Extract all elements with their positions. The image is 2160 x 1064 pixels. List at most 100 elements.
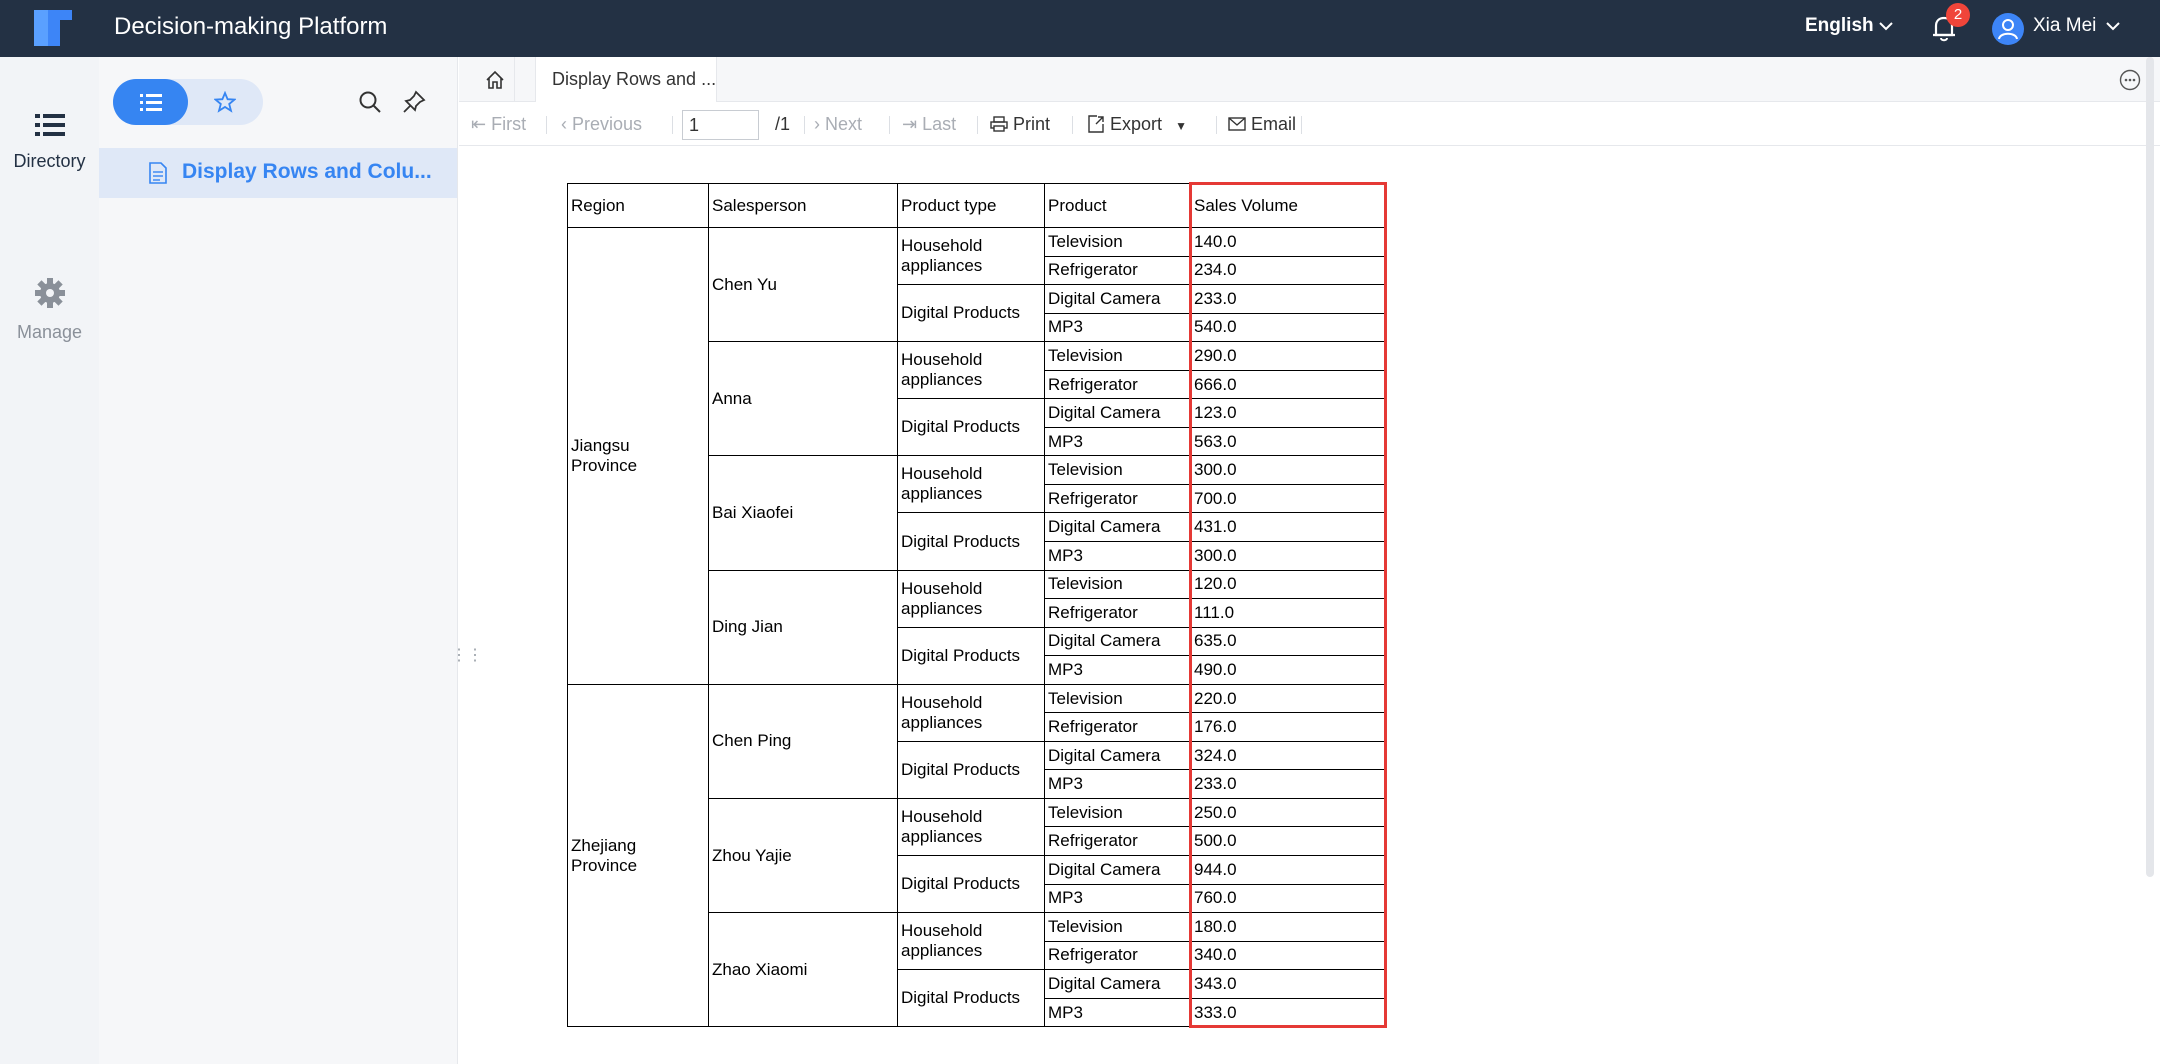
table-row: Zhejiang Province Chen Ping Household appl… xyxy=(567,683,1386,1028)
home-tab[interactable] xyxy=(459,57,515,102)
previous-page-button[interactable]: ‹ Previous xyxy=(561,114,642,135)
print-button[interactable]: Print xyxy=(990,114,1050,135)
product-cell: Digital Camera xyxy=(1044,740,1191,771)
document-icon xyxy=(149,162,167,184)
product-cell: Television xyxy=(1044,912,1191,942)
salesperson-cell: Chen Ping xyxy=(708,683,898,799)
sales-volume-cell: 111.0 xyxy=(1190,598,1386,628)
user-icon xyxy=(1998,19,2018,40)
printer-icon xyxy=(990,116,1008,132)
product-cell: Refrigerator xyxy=(1044,483,1191,514)
nav-directory[interactable]: Directory xyxy=(0,112,99,172)
sales-volume-cell: 176.0 xyxy=(1190,712,1386,742)
logo-icon xyxy=(34,10,72,46)
last-label: Last xyxy=(922,114,957,134)
column-header: Region xyxy=(567,183,709,228)
page-number-input[interactable]: 1 xyxy=(682,110,759,140)
sales-volume-cell: 540.0 xyxy=(1190,312,1386,343)
list-view-button[interactable] xyxy=(113,79,188,125)
product-cell: MP3 xyxy=(1044,769,1191,799)
panel-resize-handle[interactable]: ⋮⋮ xyxy=(451,645,483,665)
column-header: Salesperson xyxy=(708,183,898,228)
sales-volume-cell: 944.0 xyxy=(1190,855,1386,885)
product-cell: Digital Camera xyxy=(1044,855,1191,885)
product-cell: Refrigerator xyxy=(1044,712,1191,742)
print-label: Print xyxy=(1013,114,1051,134)
sales-volume-cell: 140.0 xyxy=(1190,227,1386,257)
chevron-down-icon[interactable] xyxy=(1878,20,1894,32)
sales-volume-cell: 490.0 xyxy=(1190,655,1386,685)
list-icon xyxy=(34,114,65,136)
tab-report[interactable]: Display Rows and ... xyxy=(535,57,717,102)
export-button[interactable]: Export ▼ xyxy=(1087,114,1187,135)
product-type-cell: Household appliances xyxy=(897,569,1045,628)
product-cell: Television xyxy=(1044,227,1191,257)
sales-volume-cell: 700.0 xyxy=(1190,483,1386,514)
vertical-scrollbar[interactable] xyxy=(2146,57,2154,877)
salesperson-cell: Zhao Xiaomi xyxy=(708,912,898,1028)
divider xyxy=(804,116,805,134)
first-label: First xyxy=(491,114,527,134)
sales-volume-cell: 300.0 xyxy=(1190,455,1386,485)
product-cell: Refrigerator xyxy=(1044,598,1191,628)
product-cell: Television xyxy=(1044,455,1191,485)
user-name[interactable]: Xia Mei xyxy=(2033,15,2096,37)
report-toolbar: ⇤ First ‹ Previous 1 /1 › Next ⇥ Last Pr… xyxy=(459,102,2160,146)
sales-volume-cell: 290.0 xyxy=(1190,341,1386,371)
divider xyxy=(1216,116,1217,134)
sales-volume-cell: 324.0 xyxy=(1190,740,1386,771)
gear-icon xyxy=(34,278,65,308)
product-cell: Refrigerator xyxy=(1044,369,1191,400)
table-row: Jiangsu Province Chen Yu Household applian… xyxy=(567,226,1386,685)
sales-volume-cell: 233.0 xyxy=(1190,769,1386,799)
left-nav: Directory Manage xyxy=(0,57,99,1064)
sales-volume-cell: 180.0 xyxy=(1190,912,1386,942)
last-page-icon: ⇥ xyxy=(902,114,923,134)
language-selector[interactable]: English xyxy=(1805,15,1874,37)
chevron-right-icon: › xyxy=(814,114,825,134)
sales-volume-cell: 333.0 xyxy=(1190,997,1386,1028)
sales-volume-cell: 343.0 xyxy=(1190,969,1386,999)
salesperson-cell: Ding Jian xyxy=(708,569,898,685)
column-header: Product xyxy=(1044,183,1191,228)
search-icon[interactable] xyxy=(358,90,382,114)
chevron-left-icon: ‹ xyxy=(561,114,572,134)
mail-icon xyxy=(1228,117,1246,131)
pin-icon[interactable] xyxy=(402,90,426,114)
sales-volume-cell: 563.0 xyxy=(1190,426,1386,457)
export-icon xyxy=(1088,115,1104,133)
region-cell: Jiangsu Province xyxy=(567,227,709,685)
product-cell: Digital Camera xyxy=(1044,398,1191,428)
product-cell: MP3 xyxy=(1044,312,1191,343)
product-cell: Refrigerator xyxy=(1044,255,1191,286)
next-page-button[interactable]: › Next xyxy=(814,114,862,135)
caret-down-icon[interactable]: ▼ xyxy=(1175,119,1187,133)
page-total: /1 xyxy=(775,114,791,134)
first-page-button[interactable]: ⇤ First xyxy=(471,114,526,135)
divider xyxy=(977,116,978,134)
tree-item-report[interactable]: Display Rows and Colu... xyxy=(99,148,457,198)
product-type-cell: Digital Products xyxy=(897,626,1045,685)
sales-volume-cell: 431.0 xyxy=(1190,512,1386,543)
last-page-button[interactable]: ⇥ Last xyxy=(902,114,956,135)
product-cell: MP3 xyxy=(1044,997,1191,1028)
nav-directory-label: Directory xyxy=(13,151,86,171)
notification-badge: 2 xyxy=(1946,3,1970,27)
product-cell: Digital Camera xyxy=(1044,512,1191,543)
email-button[interactable]: Email xyxy=(1228,114,1296,135)
nav-manage[interactable]: Manage xyxy=(0,277,99,343)
star-icon[interactable] xyxy=(214,91,236,113)
chevron-down-icon[interactable] xyxy=(2105,20,2121,32)
sales-volume-cell: 300.0 xyxy=(1190,541,1386,571)
product-cell: Television xyxy=(1044,683,1191,714)
product-type-cell: Household appliances xyxy=(897,912,1045,971)
product-type-cell: Digital Products xyxy=(897,740,1045,799)
nav-manage-label: Manage xyxy=(16,322,83,342)
next-label: Next xyxy=(825,114,863,134)
list-icon xyxy=(140,94,162,111)
divider xyxy=(1072,116,1073,134)
sales-volume-cell: 635.0 xyxy=(1190,626,1386,657)
product-type-cell: Household appliances xyxy=(897,797,1045,857)
avatar[interactable] xyxy=(1992,13,2024,45)
more-icon[interactable] xyxy=(2119,69,2141,91)
